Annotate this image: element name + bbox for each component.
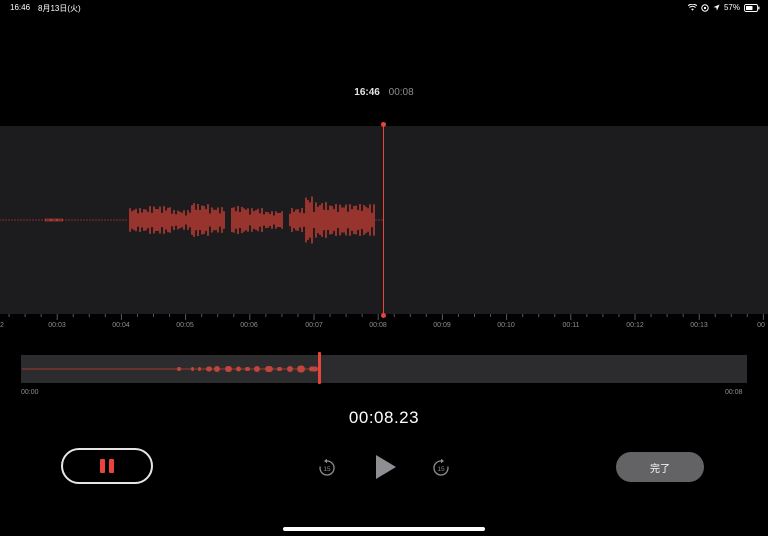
location-icon [713,4,720,11]
ruler-label: 00:13 [690,322,708,329]
main-waveform [0,196,383,244]
ruler-label: 00:04 [112,322,130,329]
overview-waveform-blob [214,366,220,372]
ruler-label: 00:05 [176,322,194,329]
battery-percent: 57% [723,3,740,12]
overview-waveform-blob [287,366,293,372]
overview-waveform-blob [236,366,241,372]
overview-waveform-blob [265,366,273,372]
pause-icon-bar [109,459,114,473]
current-time: 00:08.23 [348,408,420,427]
playhead-top-dot [381,122,386,127]
overview-end-label: 00:08 [725,389,743,396]
status-right-group: 57% [687,3,760,12]
play-icon [376,455,396,479]
overview-waveform-blob [245,367,250,371]
recording-start-time: 16:46 [354,87,380,98]
playhead[interactable] [383,124,384,316]
skip-forward-seconds: 15 [437,466,445,473]
overview-waveform-blob [309,366,318,372]
overview-waveform-blob [277,367,282,371]
status-bar: 16:46 8月13日(火) 57% [0,0,768,16]
overview-waveform-blob [254,366,260,372]
done-button[interactable]: 完了 [616,452,704,482]
pause-icon [100,459,105,473]
skip-forward-button[interactable]: 15 [431,458,451,478]
ruler-label: 00:07 [305,322,323,329]
skip-back-seconds: 15 [323,466,331,473]
overview-start-label: 00:00 [21,389,39,396]
ruler-ticks [8,314,764,320]
skip-back-button[interactable]: 15 [317,458,337,478]
overview-waveform-blob [225,366,232,372]
battery-icon [744,3,760,12]
time-ruler: 2 00:03 00:04 00:05 00:06 00:07 00:08 00… [0,314,768,338]
ruler-label: 00:11 [562,322,580,329]
ruler-label: 00:06 [240,322,258,329]
play-button[interactable] [374,454,398,480]
overview-waveform-blob [198,367,201,371]
ruler-label: 00:10 [497,322,515,329]
status-date: 8月13日(火) [38,4,81,13]
recording-duration: 00:08 [388,87,414,98]
ruler-label-edge-right: 00 [757,322,765,329]
ruler-label-edge-left: 2 [0,322,4,329]
wifi-icon [687,4,697,11]
overview-waveform-blob [206,366,212,372]
orientation-lock-icon [701,3,709,12]
skip-forward-15-icon: 15 [433,458,449,476]
overview-waveform [22,365,318,373]
overview-waveform-blob [297,365,305,373]
overview-waveform-blob [177,367,181,371]
ruler-label: 00:03 [48,322,66,329]
recording-header: 16:46 00:08 [0,87,768,98]
ruler-label: 00:09 [433,322,451,329]
overview-waveform-blob [191,367,194,371]
pause-button[interactable] [61,448,153,484]
home-indicator[interactable] [283,527,485,531]
ruler-label: 00:08 [369,322,387,329]
skip-back-15-icon: 15 [319,458,335,476]
overview-handle[interactable] [318,352,321,384]
ruler-label: 00:12 [626,322,644,329]
status-time: 16:46 [10,3,31,12]
